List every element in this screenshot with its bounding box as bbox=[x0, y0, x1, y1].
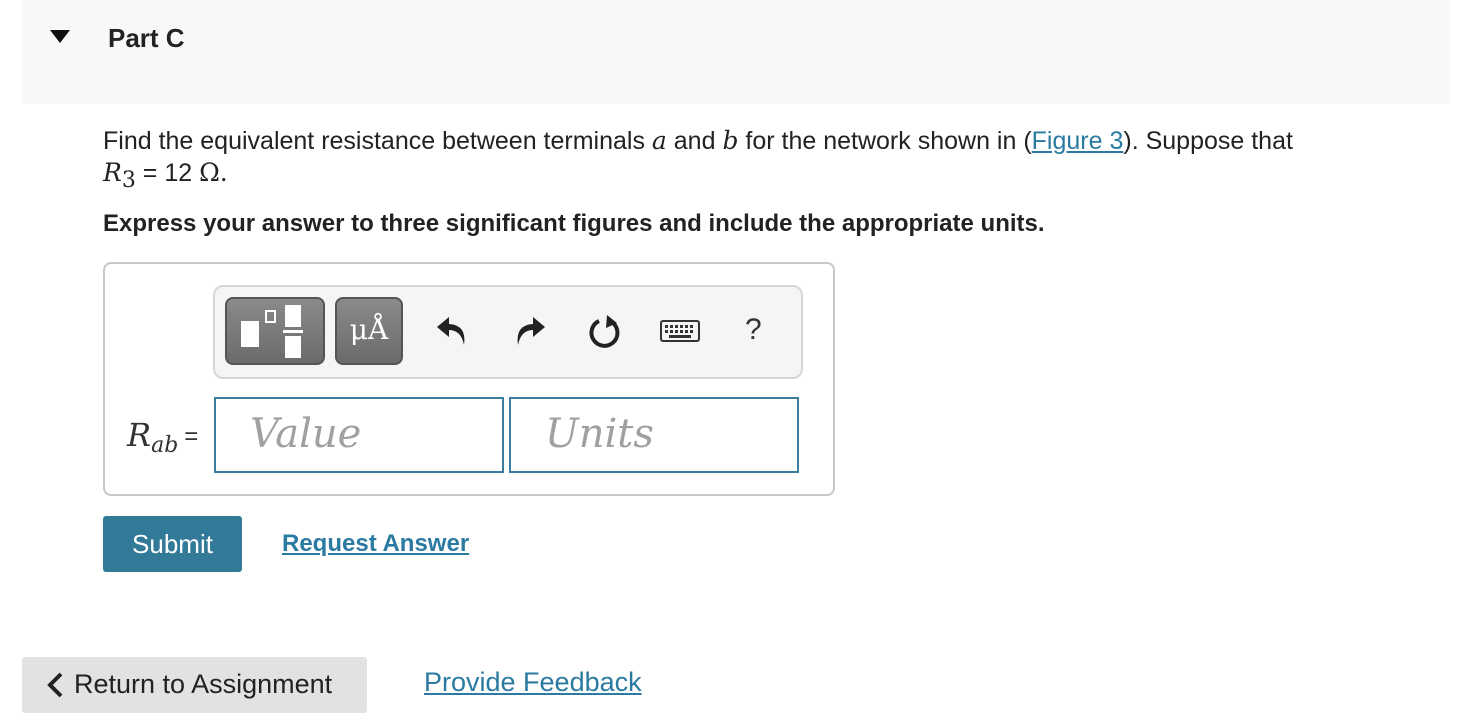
rab-equals: = bbox=[184, 423, 199, 450]
redo-icon[interactable] bbox=[509, 309, 549, 353]
terminal-b: b bbox=[722, 126, 739, 155]
question-text-segment: and bbox=[666, 127, 723, 155]
units-button[interactable]: μÅ bbox=[335, 297, 403, 365]
undo-icon[interactable] bbox=[433, 309, 473, 353]
value-input[interactable]: Value bbox=[214, 397, 504, 473]
terminal-a: a bbox=[651, 126, 667, 155]
rab-label: Rab = bbox=[127, 416, 199, 458]
units-button-label: μÅ bbox=[349, 313, 389, 346]
templates-icon bbox=[241, 305, 303, 358]
answer-box: μÅ ? Rab = Value Units bbox=[103, 262, 835, 496]
return-to-assignment-button[interactable]: Return to Assignment bbox=[22, 657, 367, 713]
r3-subscript: 3 bbox=[121, 168, 136, 193]
question-text: Find the equivalent resistance between t… bbox=[103, 125, 1403, 193]
question-text-segment: ). Suppose that bbox=[1123, 127, 1293, 155]
question-text-segment: Find the equivalent resistance between t… bbox=[103, 127, 652, 155]
rab-variable: R bbox=[127, 416, 152, 454]
r3-variable: R bbox=[103, 158, 122, 187]
return-label: Return to Assignment bbox=[74, 669, 333, 699]
units-input[interactable]: Units bbox=[509, 397, 799, 473]
r3-equals: = 12 bbox=[135, 159, 200, 187]
help-icon[interactable]: ? bbox=[745, 313, 762, 347]
reset-icon[interactable] bbox=[585, 309, 625, 353]
part-header bbox=[22, 0, 1450, 104]
submit-button[interactable]: Submit bbox=[103, 516, 242, 572]
provide-feedback-link[interactable]: Provide Feedback bbox=[424, 667, 642, 698]
keyboard-icon[interactable] bbox=[659, 309, 703, 353]
figure-link[interactable]: Figure 3 bbox=[1032, 127, 1124, 155]
math-toolbar: μÅ ? bbox=[213, 285, 803, 379]
templates-button[interactable] bbox=[225, 297, 325, 365]
chevron-left-icon bbox=[47, 672, 63, 698]
collapse-caret-icon[interactable] bbox=[50, 30, 70, 43]
question-text-segment: for the network shown in ( bbox=[738, 127, 1032, 155]
part-title: Part C bbox=[108, 23, 185, 53]
r3-unit: Ω. bbox=[199, 158, 228, 187]
rab-subscript: ab bbox=[151, 433, 179, 458]
request-answer-link[interactable]: Request Answer bbox=[282, 530, 469, 558]
instruction-text: Express your answer to three significant… bbox=[103, 210, 1045, 237]
